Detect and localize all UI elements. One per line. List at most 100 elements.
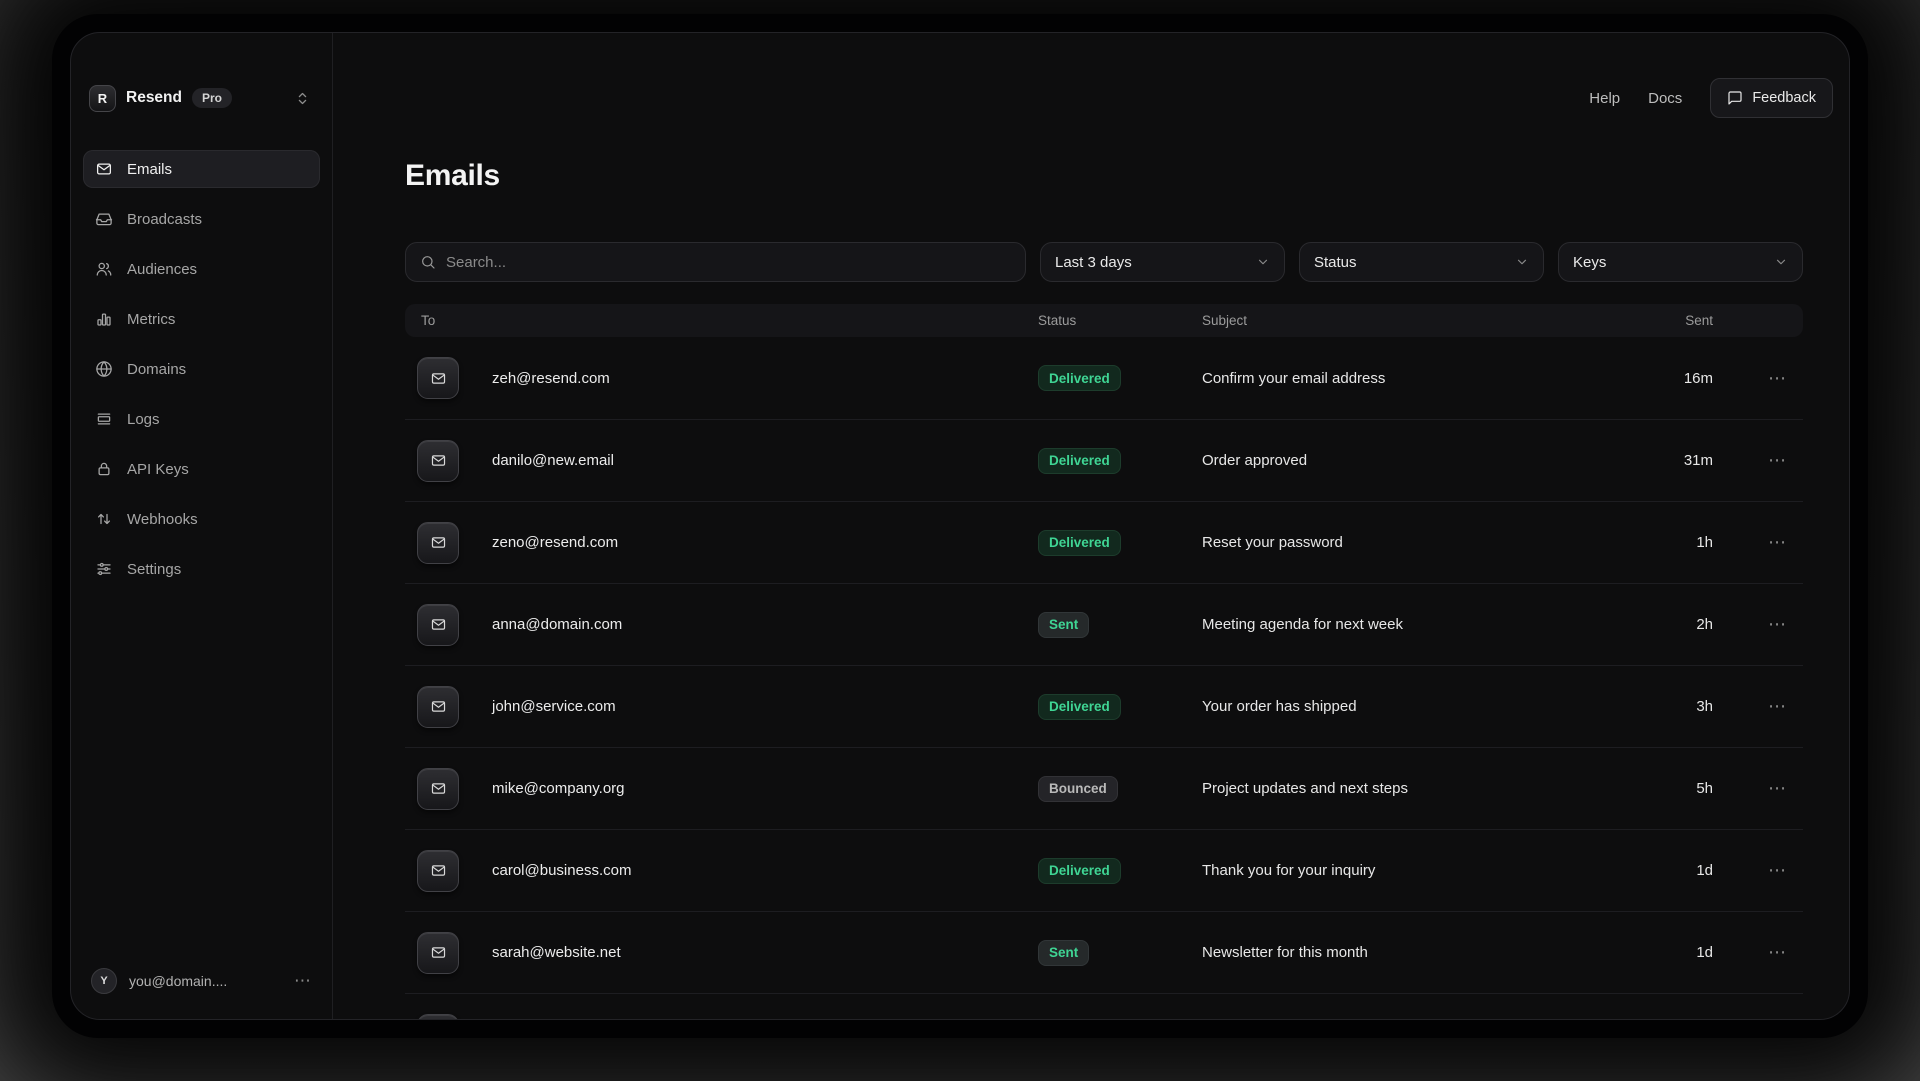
account-menu[interactable]: Y you@domain.... ⋯ [83,961,320,1001]
feedback-button[interactable]: Feedback [1710,78,1833,118]
users-icon [95,260,113,278]
globe-icon [95,360,113,378]
sent-time: 1d [1622,862,1713,879]
sent-time: 3h [1622,698,1713,715]
status-badge: Delivered [1038,365,1121,391]
status-badge: Delivered [1038,858,1121,884]
table-row[interactable]: Delivered [405,993,1803,1020]
recipient-email: john@service.com [492,698,616,715]
docs-link[interactable]: Docs [1648,90,1682,107]
sent-time: 2h [1622,616,1713,633]
table-row[interactable]: sarah@website.net Sent Newsletter for th… [405,911,1803,993]
email-subject: Project updates and next steps [1202,780,1622,797]
sidebar-item-audiences[interactable]: Audiences [83,250,320,288]
table-row[interactable]: mike@company.org Bounced Project updates… [405,747,1803,829]
recipient-email: danilo@new.email [492,452,614,469]
sidebar: R Resend Pro Emails Broadcasts Audiences… [71,33,333,1019]
recipient-email: zeh@resend.com [492,370,610,387]
row-actions-button[interactable]: ⋯ [1713,696,1787,717]
email-subject: Thank you for your inquiry [1202,862,1622,879]
row-actions-button[interactable]: ⋯ [1713,532,1787,553]
search-box [405,242,1026,282]
date-range-select[interactable]: Last 3 days [1040,242,1285,282]
recipient-email: zeno@resend.com [492,534,618,551]
mail-icon [417,357,459,399]
sidebar-item-settings[interactable]: Settings [83,550,320,588]
status-select[interactable]: Status [1299,242,1544,282]
table-row[interactable]: anna@domain.com Sent Meeting agenda for … [405,583,1803,665]
sidebar-item-logs[interactable]: Logs [83,400,320,438]
resend-app: R Resend Pro Emails Broadcasts Audiences… [70,32,1850,1020]
table-row[interactable]: zeno@resend.com Delivered Reset your pas… [405,501,1803,583]
table-row[interactable]: john@service.com Delivered Your order ha… [405,665,1803,747]
recipient-email: anna@domain.com [492,616,622,633]
row-actions-button[interactable]: ⋯ [1713,368,1787,389]
mail-icon [417,522,459,564]
filter-bar: Last 3 days Status Keys [405,242,1803,282]
status-badge: Delivered [1038,694,1121,720]
bar-chart-icon [95,310,113,328]
column-to: To [421,313,1038,328]
chevron-down-icon [1515,255,1529,269]
mail-icon [417,686,459,728]
mail-icon [417,850,459,892]
account-email: you@domain.... [129,973,227,989]
workspace-name: Resend [126,89,182,107]
sliders-icon [95,560,113,578]
chevron-down-icon [1256,255,1270,269]
mail-icon [417,440,459,482]
email-subject: Reset your password [1202,534,1622,551]
sidebar-item-metrics[interactable]: Metrics [83,300,320,338]
sidebar-item-domains[interactable]: Domains [83,350,320,388]
email-subject: Newsletter for this month [1202,944,1622,961]
topbar: Help Docs Feedback [333,78,1833,118]
chevron-down-icon [1774,255,1788,269]
row-actions-button[interactable]: ⋯ [1713,778,1787,799]
column-sent: Sent [1622,313,1713,328]
table-header: To Status Subject Sent [405,304,1803,337]
rows-icon [95,410,113,428]
table-row[interactable]: danilo@new.email Delivered Order approve… [405,419,1803,501]
resend-logo-icon: R [89,85,116,112]
column-subject: Subject [1202,313,1622,328]
workspace-switcher[interactable]: R Resend Pro [83,78,320,118]
recipient-email: carol@business.com [492,862,631,879]
email-subject: Meeting agenda for next week [1202,616,1622,633]
sidebar-item-emails[interactable]: Emails [83,150,320,188]
status-badge: Delivered [1038,530,1121,556]
inbox-icon [95,210,113,228]
app-window: R Resend Pro Emails Broadcasts Audiences… [52,14,1868,1038]
mail-icon [417,604,459,646]
arrows-up-down-icon [95,510,113,528]
row-actions-button[interactable]: ⋯ [1713,942,1787,963]
column-status: Status [1038,313,1202,328]
row-actions-button[interactable]: ⋯ [1713,450,1787,471]
row-actions-button[interactable]: ⋯ [1713,614,1787,635]
row-actions-button[interactable]: ⋯ [1713,860,1787,881]
status-badge: Bounced [1038,776,1118,802]
mail-icon [417,1014,459,1021]
search-icon [420,254,436,270]
status-badge: Sent [1038,940,1089,966]
lock-icon [95,460,113,478]
search-input[interactable] [446,254,1011,271]
sidebar-item-api-keys[interactable]: API Keys [83,450,320,488]
sidebar-nav: Emails Broadcasts Audiences Metrics Doma… [83,150,320,588]
sidebar-item-webhooks[interactable]: Webhooks [83,500,320,538]
ellipsis-icon[interactable]: ⋯ [294,971,312,991]
help-link[interactable]: Help [1589,90,1620,107]
backdrop: R Resend Pro Emails Broadcasts Audiences… [0,0,1920,1081]
mail-icon [95,160,113,178]
table-row[interactable]: zeh@resend.com Delivered Confirm your em… [405,337,1803,419]
sent-time: 5h [1622,780,1713,797]
recipient-email: mike@company.org [492,780,625,797]
sent-time: 16m [1622,370,1713,387]
page-title: Emails [405,158,1803,194]
avatar: Y [91,968,117,994]
status-badge: Delivered [1038,448,1121,474]
keys-select[interactable]: Keys [1558,242,1803,282]
sidebar-item-broadcasts[interactable]: Broadcasts [83,200,320,238]
table-row[interactable]: carol@business.com Delivered Thank you f… [405,829,1803,911]
email-table-body: zeh@resend.com Delivered Confirm your em… [405,337,1803,1020]
chevrons-up-down-icon [295,91,310,106]
